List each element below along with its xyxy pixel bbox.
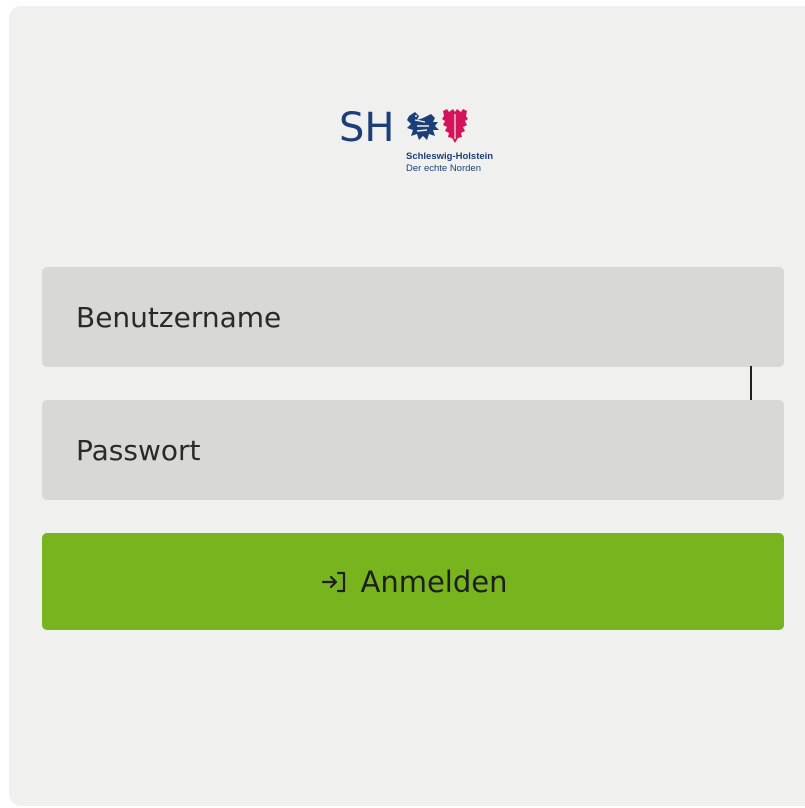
- nettle-leaf-icon: [442, 109, 468, 143]
- logo-slogan-line: Der echte Norden: [406, 163, 481, 174]
- logo-name-line: Schleswig-Holstein: [406, 151, 494, 162]
- logo-sh-text: SH: [339, 105, 395, 151]
- login-button[interactable]: Anmelden: [42, 533, 784, 630]
- username-input[interactable]: [42, 267, 784, 367]
- text-cursor: [750, 366, 752, 400]
- lion-icon: [407, 112, 439, 140]
- login-icon: [321, 571, 345, 592]
- login-card: SH Schleswig-Holstein Der echte Norden A…: [9, 6, 805, 806]
- sh-logo: SH Schleswig-Holstein Der echte Norden: [339, 104, 519, 184]
- password-input[interactable]: [42, 400, 784, 500]
- login-button-label: Anmelden: [360, 564, 508, 599]
